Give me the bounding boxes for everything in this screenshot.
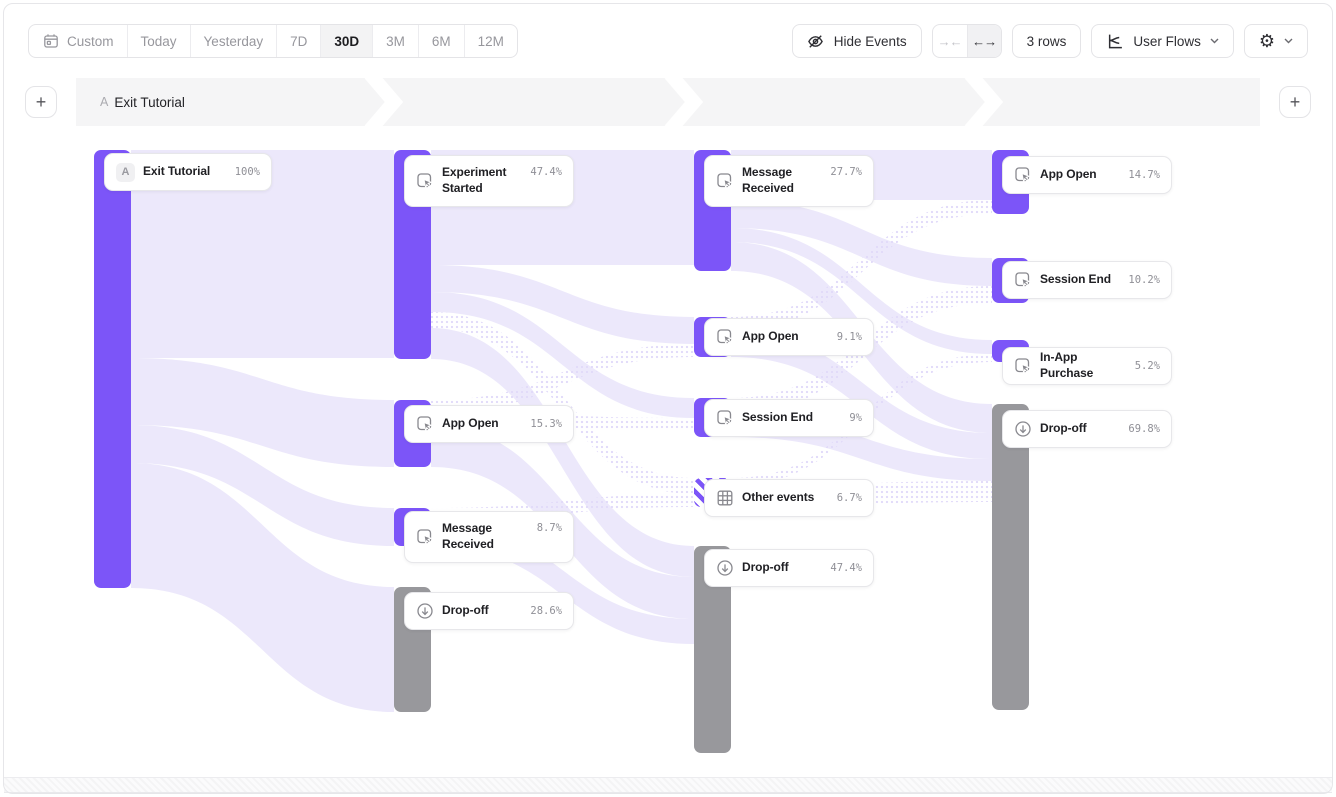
flow-node-card-MR3[interactable]: Message Received 27.7% [704, 155, 874, 207]
flow-node-card-DO4[interactable]: Drop-off 69.8% [1002, 410, 1172, 448]
date-range-30d[interactable]: 30D [320, 25, 372, 57]
chart-type-label: User Flows [1133, 34, 1201, 49]
toolbar-right-group: Hide Events →← ←→ 3 rows User Flows ⚙ [792, 24, 1308, 58]
expand-columns-button[interactable]: ←→ [967, 25, 1001, 57]
node-label: Drop-off [742, 560, 822, 576]
date-range-yesterday[interactable]: Yesterday [190, 25, 277, 57]
flow-node-card-SE4[interactable]: Session End 10.2% [1002, 261, 1172, 299]
node-percentage: 9% [849, 412, 862, 424]
chart-type-dropdown[interactable]: User Flows [1091, 24, 1234, 58]
other-events-grid-icon [716, 489, 734, 507]
settings-dropdown[interactable]: ⚙ [1244, 24, 1308, 58]
node-percentage: 27.7% [830, 166, 862, 178]
chevron-down-icon [1210, 38, 1219, 44]
flow-node-bar-ET1[interactable] [94, 150, 131, 588]
flow-node-card-ES2[interactable]: Experiment Started 47.4% [404, 155, 574, 207]
date-range-12m[interactable]: 12M [464, 25, 517, 57]
event-cursor-icon [716, 328, 734, 346]
rows-label: 3 rows [1027, 34, 1067, 49]
flow-start-step[interactable]: A Exit Tutorial [100, 78, 185, 126]
node-percentage: 14.7% [1128, 169, 1160, 181]
node-percentage: 28.6% [530, 605, 562, 617]
flow-node-card-IAP4[interactable]: In-App Purchase 5.2% [1002, 347, 1172, 385]
flow-node-card-DO2[interactable]: Drop-off 28.6% [404, 592, 574, 630]
event-cursor-icon [716, 172, 734, 190]
event-cursor-icon [416, 172, 434, 190]
date-range-7d[interactable]: 7D [276, 25, 320, 57]
date-range-selector: CustomTodayYesterday7D30D3M6M12M [28, 24, 518, 58]
step-name: Exit Tutorial [114, 95, 185, 110]
flow-node-card-AO4[interactable]: App Open 14.7% [1002, 156, 1172, 194]
node-label: Message Received [442, 521, 529, 552]
node-percentage: 47.4% [530, 166, 562, 178]
flow-node-card-ET1[interactable]: A Exit Tutorial 100% [104, 153, 272, 191]
node-percentage: 9.1% [837, 331, 862, 343]
node-percentage: 100% [235, 166, 260, 178]
node-percentage: 5.2% [1135, 360, 1160, 372]
event-cursor-icon [1014, 166, 1032, 184]
node-label: Other events [742, 490, 829, 506]
date-range-3m[interactable]: 3M [372, 25, 418, 57]
event-cursor-icon [1014, 357, 1032, 375]
rows-button[interactable]: 3 rows [1012, 24, 1082, 58]
calendar-icon [42, 32, 60, 50]
node-percentage: 6.7% [837, 492, 862, 504]
horizontal-scrollbar[interactable] [4, 777, 1332, 793]
drop-off-icon [416, 602, 434, 620]
date-range-today[interactable]: Today [127, 25, 190, 57]
node-percentage: 69.8% [1128, 423, 1160, 435]
add-step-left-button[interactable]: + [25, 86, 57, 118]
date-range-custom[interactable]: Custom [29, 25, 127, 57]
node-label: Drop-off [442, 603, 522, 619]
node-label: Session End [742, 410, 841, 426]
hide-events-button[interactable]: Hide Events [792, 24, 922, 58]
step-letter: A [100, 95, 108, 109]
collapse-columns-button[interactable]: →← [933, 25, 967, 57]
drop-off-icon [1014, 420, 1032, 438]
flow-node-card-OE3[interactable]: Other events 6.7% [704, 479, 874, 517]
date-range-6m[interactable]: 6M [418, 25, 464, 57]
user-flows-icon [1106, 32, 1124, 50]
node-label: In-App Purchase [1040, 350, 1127, 381]
node-label: App Open [442, 416, 522, 432]
flow-node-card-MR2[interactable]: Message Received 8.7% [404, 511, 574, 563]
node-label: App Open [742, 329, 829, 345]
node-label: Session End [1040, 272, 1120, 288]
flow-node-card-DO3[interactable]: Drop-off 47.4% [704, 549, 874, 587]
event-cursor-icon [416, 415, 434, 433]
node-label: App Open [1040, 167, 1120, 183]
node-percentage: 47.4% [830, 562, 862, 574]
node-label: Message Received [742, 165, 822, 196]
flow-steps-band[interactable]: A Exit Tutorial [76, 78, 1260, 126]
node-label: Experiment Started [442, 165, 522, 196]
node-label: Drop-off [1040, 421, 1120, 437]
node-label: Exit Tutorial [143, 164, 227, 180]
drop-off-icon [716, 559, 734, 577]
flow-node-card-AO3[interactable]: App Open 9.1% [704, 318, 874, 356]
chevron-down-icon [1284, 38, 1293, 44]
node-percentage: 10.2% [1128, 274, 1160, 286]
step-chevron-separators [76, 78, 1260, 126]
collapse-expand-toggle: →← ←→ [932, 24, 1002, 58]
eye-off-icon [807, 32, 825, 50]
flow-node-card-AO2[interactable]: App Open 15.3% [404, 405, 574, 443]
toolbar: CustomTodayYesterday7D30D3M6M12M Hide Ev… [28, 24, 1308, 58]
flow-node-card-SE3[interactable]: Session End 9% [704, 399, 874, 437]
gear-icon: ⚙ [1259, 32, 1275, 50]
event-cursor-icon [416, 528, 434, 546]
event-cursor-icon [1014, 271, 1032, 289]
step-letter-badge: A [116, 163, 135, 182]
flow-node-bar-DO4[interactable] [992, 404, 1029, 710]
node-percentage: 8.7% [537, 522, 562, 534]
add-step-right-button[interactable]: + [1279, 86, 1311, 118]
event-cursor-icon [716, 409, 734, 427]
node-percentage: 15.3% [530, 418, 562, 430]
hide-events-label: Hide Events [834, 34, 907, 49]
